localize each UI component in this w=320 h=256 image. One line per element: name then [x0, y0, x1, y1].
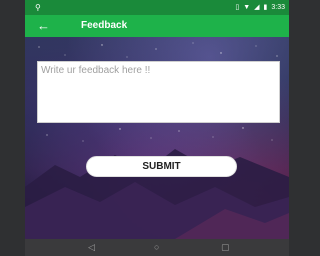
feedback-box	[37, 61, 280, 123]
status-time: 3:33	[271, 4, 285, 11]
vibrate-icon: ▯	[235, 4, 240, 11]
screen: { "status_bar": { "time": "3:33", "left_…	[0, 0, 289, 256]
status-icons: ▯ ▼ ◢ ▮ 3:33	[235, 2, 285, 13]
recents-icon[interactable]: ▢	[221, 242, 230, 253]
wifi-icon: ▼	[243, 4, 251, 11]
home-icon[interactable]: ○	[154, 242, 159, 253]
notification-icon: ⚲	[35, 3, 41, 12]
page-title: Feedback	[81, 20, 128, 31]
navigation-bar: ◁ ○ ▢	[25, 239, 289, 256]
background-image: SUBMIT	[25, 37, 289, 239]
battery-icon: ▮	[263, 4, 268, 11]
signal-icon: ◢	[254, 4, 260, 11]
app-bar: ← Feedback	[25, 15, 289, 37]
back-icon[interactable]: ◁	[88, 242, 95, 253]
submit-button[interactable]: SUBMIT	[86, 156, 237, 177]
arrow-left-icon[interactable]: ←	[37, 17, 50, 35]
status-bar: ⚲ ▯ ▼ ◢ ▮ 3:33	[25, 0, 289, 15]
phone-screen: ⚲ ▯ ▼ ◢ ▮ 3:33 ← Feedback Write ur feedb…	[25, 0, 289, 256]
feedback-input[interactable]	[41, 65, 275, 119]
